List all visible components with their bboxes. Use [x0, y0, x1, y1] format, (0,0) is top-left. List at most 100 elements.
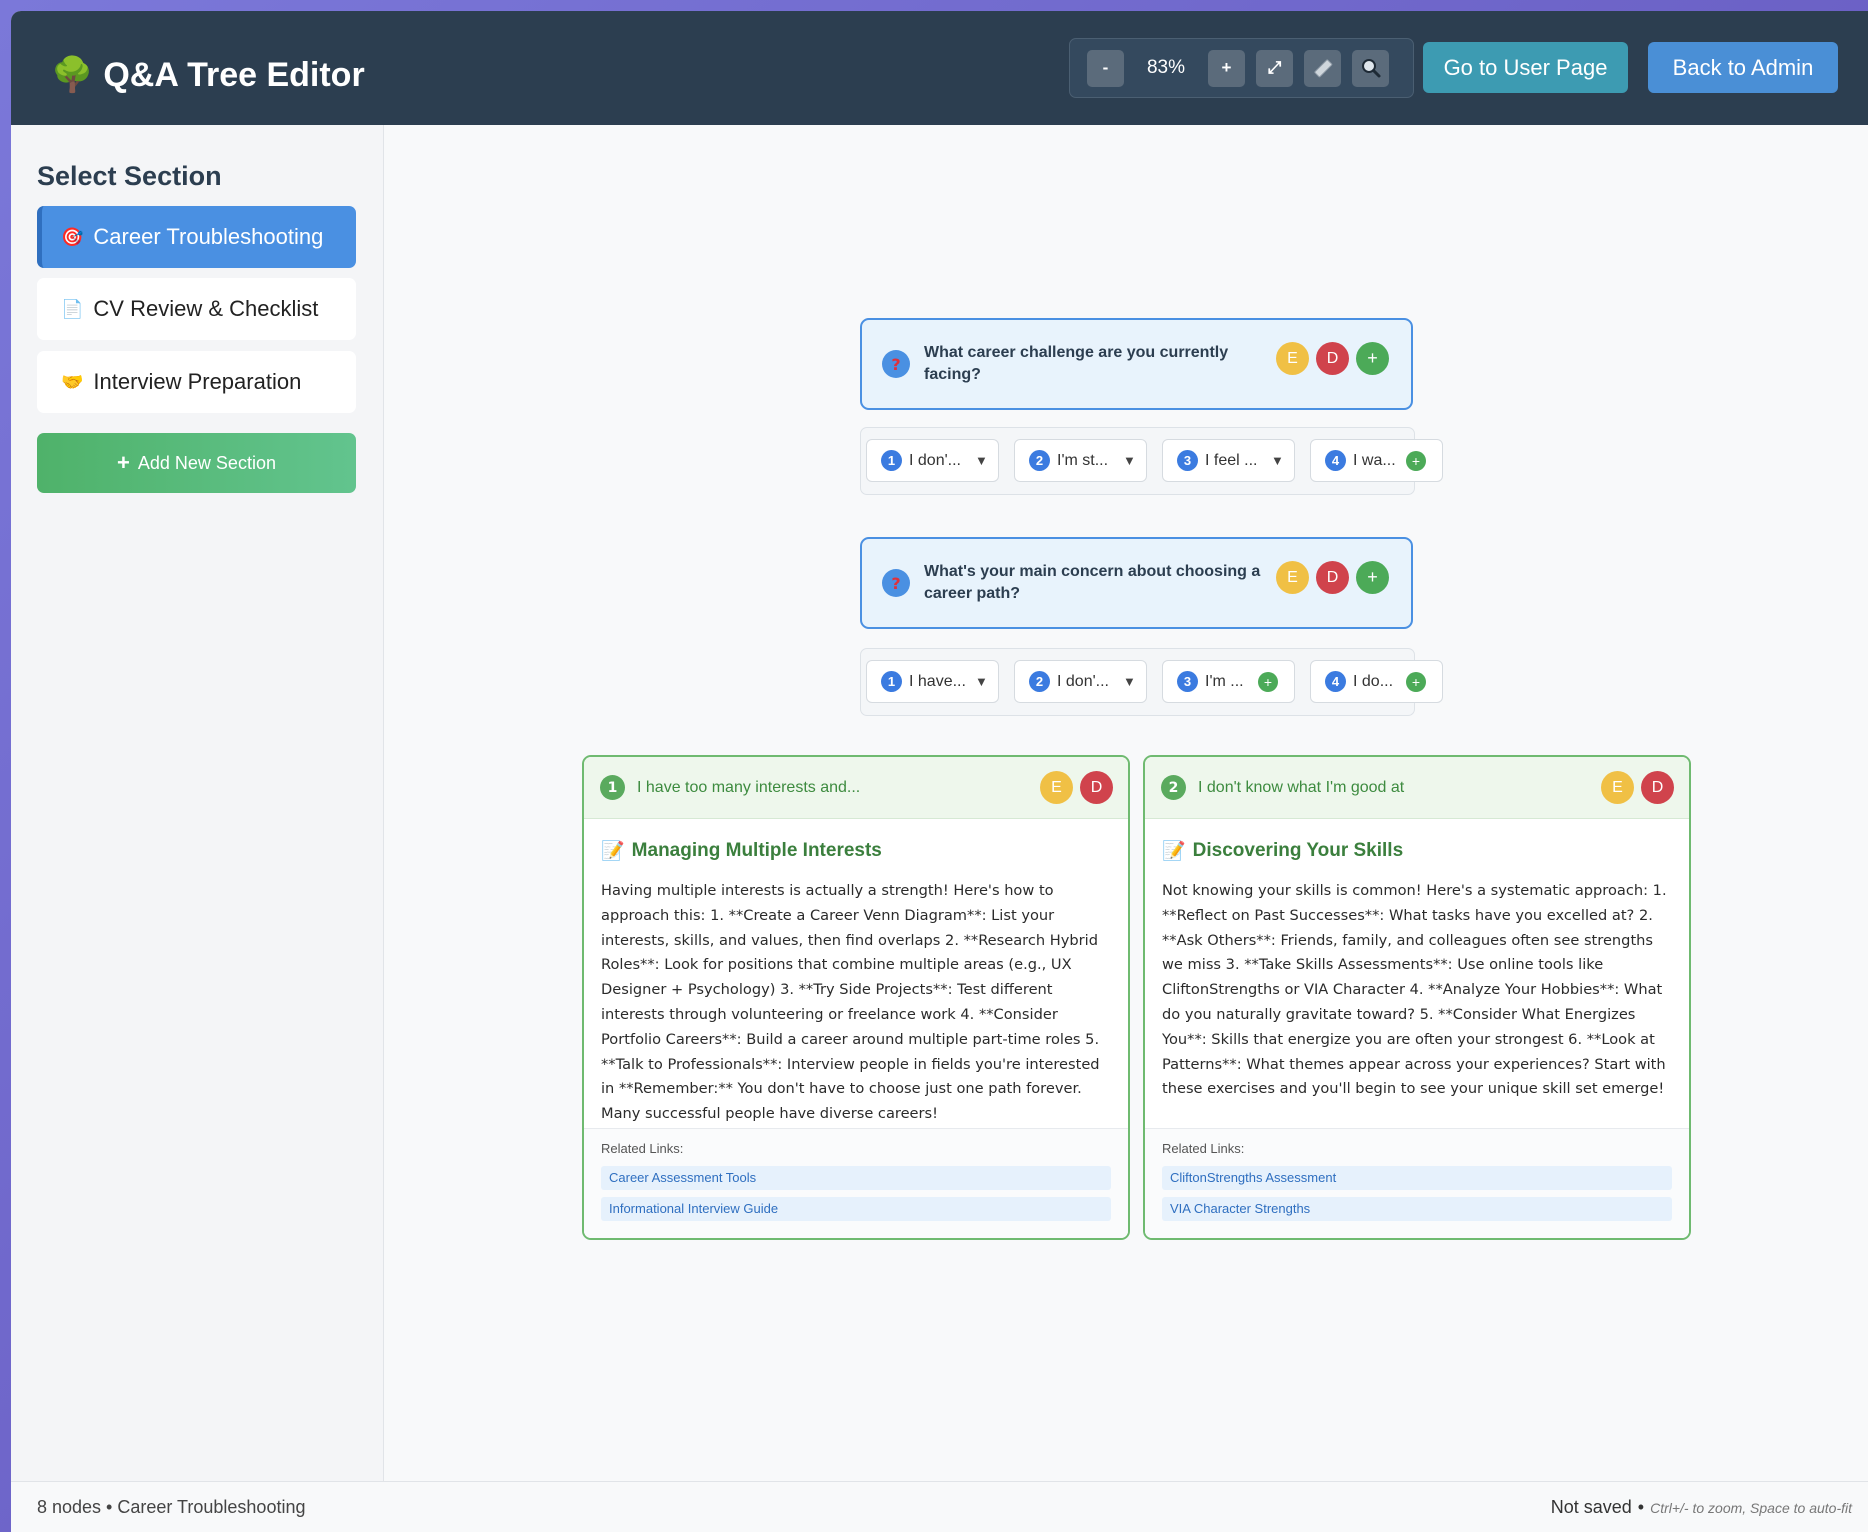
tree-icon: 🌳 [51, 56, 94, 94]
question-text: What career challenge are you currently … [924, 344, 1229, 383]
section-cv-review[interactable]: 📄 CV Review & Checklist [37, 278, 356, 340]
answer-chip[interactable]: 4 I do... + [1310, 660, 1443, 703]
ruler-button[interactable] [1304, 49, 1341, 87]
answer-label: I'm ... [1205, 672, 1244, 690]
card-actions: E D [1040, 771, 1113, 804]
go-to-user-page-button[interactable]: Go to User Page [1423, 42, 1628, 93]
question-mark-icon: ? [882, 350, 910, 378]
add-followup-button[interactable]: + [1406, 450, 1426, 471]
memo-icon: 📝 [601, 841, 625, 862]
answer-chip[interactable]: 4 I wa... + [1310, 439, 1443, 482]
status-bar: 8 nodes • Career Troubleshooting Not sav… [11, 1481, 1868, 1532]
add-child-button[interactable]: + [1356, 342, 1389, 375]
zoom-out-button[interactable]: - [1087, 49, 1124, 87]
chevron-down-icon[interactable]: ▼ [1271, 453, 1284, 468]
answer-chip[interactable]: 2 I don'... ▼ [1014, 660, 1147, 703]
section-label: Interview Preparation [93, 369, 302, 394]
answer-chip[interactable]: 3 I feel ... ▼ [1162, 439, 1295, 482]
target-icon: 🎯 [61, 226, 84, 247]
answer-number: 4 [1325, 671, 1346, 692]
answer-card[interactable]: 2 I don't know what I'm good at E D 📝 Di… [1143, 755, 1691, 1240]
expand-icon: ⤢ [1267, 58, 1282, 77]
edit-button[interactable]: E [1276, 342, 1309, 375]
answer-label: I'm st... [1057, 451, 1109, 469]
card-title-text: Managing Multiple Interests [631, 840, 882, 861]
fit-view-button[interactable]: ⤢ [1256, 49, 1293, 87]
answer-number: 4 [1325, 450, 1346, 471]
save-status-area: Not saved • Ctrl+/- to zoom, Space to au… [1551, 1497, 1852, 1518]
answer-number: 2 [1029, 671, 1050, 692]
related-link[interactable]: VIA Character Strengths [1162, 1197, 1672, 1221]
app-window: 🌳 Q&A Tree Editor - 83% + ⤢ Go to User P… [11, 11, 1868, 1532]
card-number: 2 [1161, 775, 1186, 800]
add-child-button[interactable]: + [1356, 561, 1389, 594]
answer-chip[interactable]: 1 I have... ▼ [866, 660, 999, 703]
ruler-icon [1313, 59, 1332, 78]
delete-button[interactable]: D [1080, 771, 1113, 804]
answer-row: 1 I don'... ▼ 2 I'm st... ▼ 3 I feel ...… [860, 427, 1443, 495]
sidebar: Select Section 🎯 Career Troubleshooting … [11, 125, 384, 1481]
card-body: 📝 Discovering Your Skills Not knowing yo… [1145, 819, 1689, 1102]
answer-number: 3 [1177, 450, 1198, 471]
related-link[interactable]: CliftonStrengths Assessment [1162, 1166, 1672, 1190]
answer-chip[interactable]: 1 I don'... ▼ [866, 439, 999, 482]
section-interview-preparation[interactable]: 🤝 Interview Preparation [37, 351, 356, 413]
card-title: 📝 Managing Multiple Interests [601, 839, 1111, 863]
delete-button[interactable]: D [1316, 561, 1349, 594]
search-button[interactable] [1352, 49, 1389, 87]
question-actions: E D + [1276, 561, 1389, 594]
answer-card[interactable]: 1 I have too many interests and... E D 📝… [582, 755, 1130, 1240]
zoom-level: 83% [1146, 57, 1186, 78]
delete-button[interactable]: D [1641, 771, 1674, 804]
add-section-label: Add New Section [137, 452, 276, 473]
app-title-text: Q&A Tree Editor [103, 55, 365, 94]
question-node[interactable]: ? What career challenge are you currentl… [860, 318, 1413, 410]
save-status: Not saved [1550, 1497, 1632, 1517]
edit-button[interactable]: E [1040, 771, 1073, 804]
answer-chip[interactable]: 3 I'm ... + [1162, 660, 1295, 703]
answer-number: 1 [881, 671, 902, 692]
section-label: Career Troubleshooting [93, 224, 324, 249]
related-link[interactable]: Career Assessment Tools [601, 1166, 1111, 1190]
answer-row: 1 I have... ▼ 2 I don'... ▼ 3 I'm ... + … [860, 648, 1443, 716]
card-answer-text: I have too many interests and... [637, 778, 861, 796]
zoom-in-button[interactable]: + [1208, 49, 1245, 87]
edit-button[interactable]: E [1601, 771, 1634, 804]
question-actions: E D + [1276, 342, 1389, 375]
chevron-down-icon[interactable]: ▼ [975, 674, 988, 689]
edit-button[interactable]: E [1276, 561, 1309, 594]
add-followup-button[interactable]: + [1406, 671, 1426, 692]
card-title: 📝 Discovering Your Skills [1162, 839, 1672, 863]
answer-label: I don'... [1057, 672, 1109, 690]
magnifier-icon [1361, 59, 1380, 78]
tree-canvas[interactable]: ? What career challenge are you currentl… [385, 125, 1868, 1481]
chevron-down-icon[interactable]: ▼ [975, 453, 988, 468]
section-career-troubleshooting[interactable]: 🎯 Career Troubleshooting [37, 206, 356, 268]
delete-button[interactable]: D [1316, 342, 1349, 375]
add-new-section-button[interactable]: + Add New Section [37, 433, 356, 493]
question-text: What's your main concern about choosing … [924, 563, 1261, 602]
answer-label: I do... [1353, 672, 1394, 690]
separator: • [1637, 1497, 1645, 1517]
related-links-label: Related Links: [601, 1141, 684, 1156]
card-actions: E D [1601, 771, 1674, 804]
chevron-down-icon[interactable]: ▼ [1123, 453, 1136, 468]
answer-chip[interactable]: 2 I'm st... ▼ [1014, 439, 1147, 482]
add-followup-button[interactable]: + [1258, 671, 1278, 692]
related-link[interactable]: Informational Interview Guide [601, 1197, 1111, 1221]
back-to-admin-button[interactable]: Back to Admin [1648, 42, 1838, 93]
plus-icon: + [117, 450, 130, 475]
document-icon: 📄 [61, 298, 84, 319]
card-number: 1 [600, 775, 625, 800]
chevron-down-icon[interactable]: ▼ [1123, 674, 1136, 689]
related-links: Related Links: CliftonStrengths Assessme… [1145, 1128, 1689, 1238]
zoom-controls: - 83% + ⤢ [1069, 38, 1414, 98]
card-answer-text: I don't know what I'm good at [1198, 778, 1405, 796]
answer-label: I don'... [909, 451, 961, 469]
card-content: Having multiple interests is actually a … [601, 882, 1100, 1123]
question-node[interactable]: ? What's your main concern about choosin… [860, 537, 1413, 629]
related-links: Related Links: Career Assessment Tools I… [584, 1128, 1128, 1238]
answer-number: 1 [881, 450, 902, 471]
question-mark-icon: ? [882, 569, 910, 597]
card-body: 📝 Managing Multiple Interests Having mul… [584, 819, 1128, 1127]
